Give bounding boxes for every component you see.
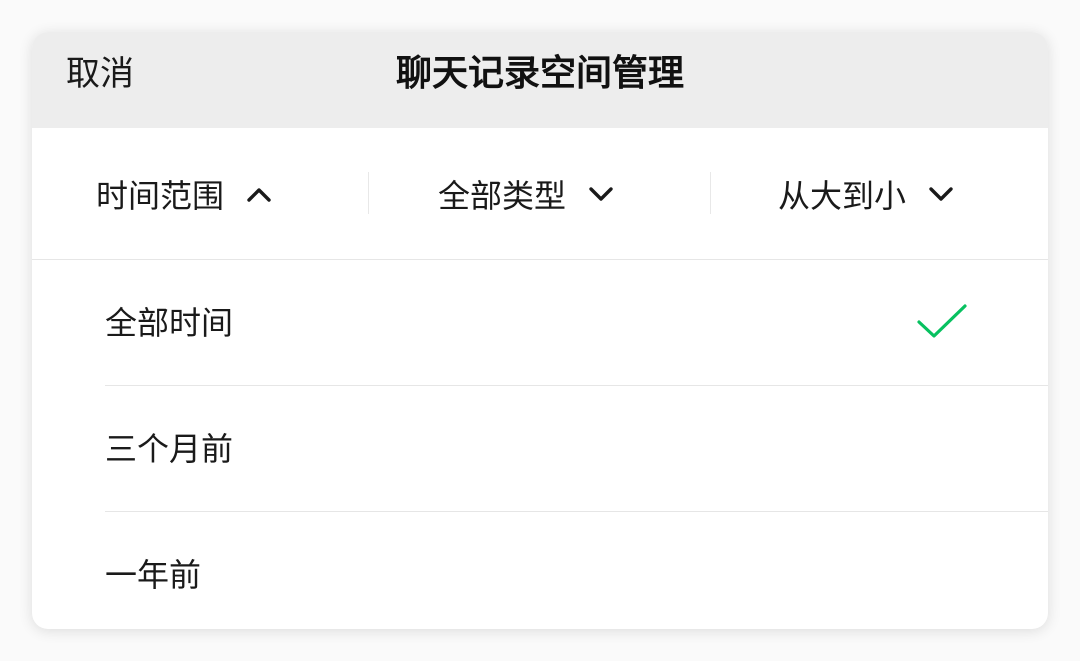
chevron-up-icon	[247, 187, 271, 202]
checkmark-icon	[917, 304, 967, 338]
filter-time-range[interactable]: 时间范围	[96, 128, 272, 259]
time-option-label: 一年前	[105, 556, 202, 594]
filter-type[interactable]: 全部类型	[438, 128, 614, 259]
filter-divider	[368, 172, 369, 214]
filter-time-range-label: 时间范围	[96, 176, 225, 215]
filter-type-label: 全部类型	[438, 176, 567, 215]
page-title: 聊天记录空间管理	[395, 53, 684, 94]
filter-bar: 时间范围 全部类型 从大到小	[32, 128, 1048, 260]
cancel-button[interactable]: 取消	[66, 32, 134, 116]
time-range-sheet: 聊天记录空间管理 取消 时间范围 全部类型 从大到小 全部时间 三个月前 一年前	[32, 32, 1048, 629]
navigation-bar: 聊天记录空间管理 取消	[32, 32, 1048, 128]
time-option-label: 全部时间	[105, 304, 234, 342]
filter-divider	[710, 172, 711, 214]
time-option-all[interactable]: 全部时间	[32, 260, 1048, 386]
chevron-down-icon	[929, 186, 953, 201]
filter-sort[interactable]: 从大到小	[778, 128, 954, 259]
time-option-one-year[interactable]: 一年前	[32, 512, 1048, 629]
time-option-three-months[interactable]: 三个月前	[32, 386, 1048, 512]
filter-sort-label: 从大到小	[778, 176, 907, 215]
time-option-label: 三个月前	[105, 430, 234, 468]
chevron-down-icon	[589, 186, 613, 201]
